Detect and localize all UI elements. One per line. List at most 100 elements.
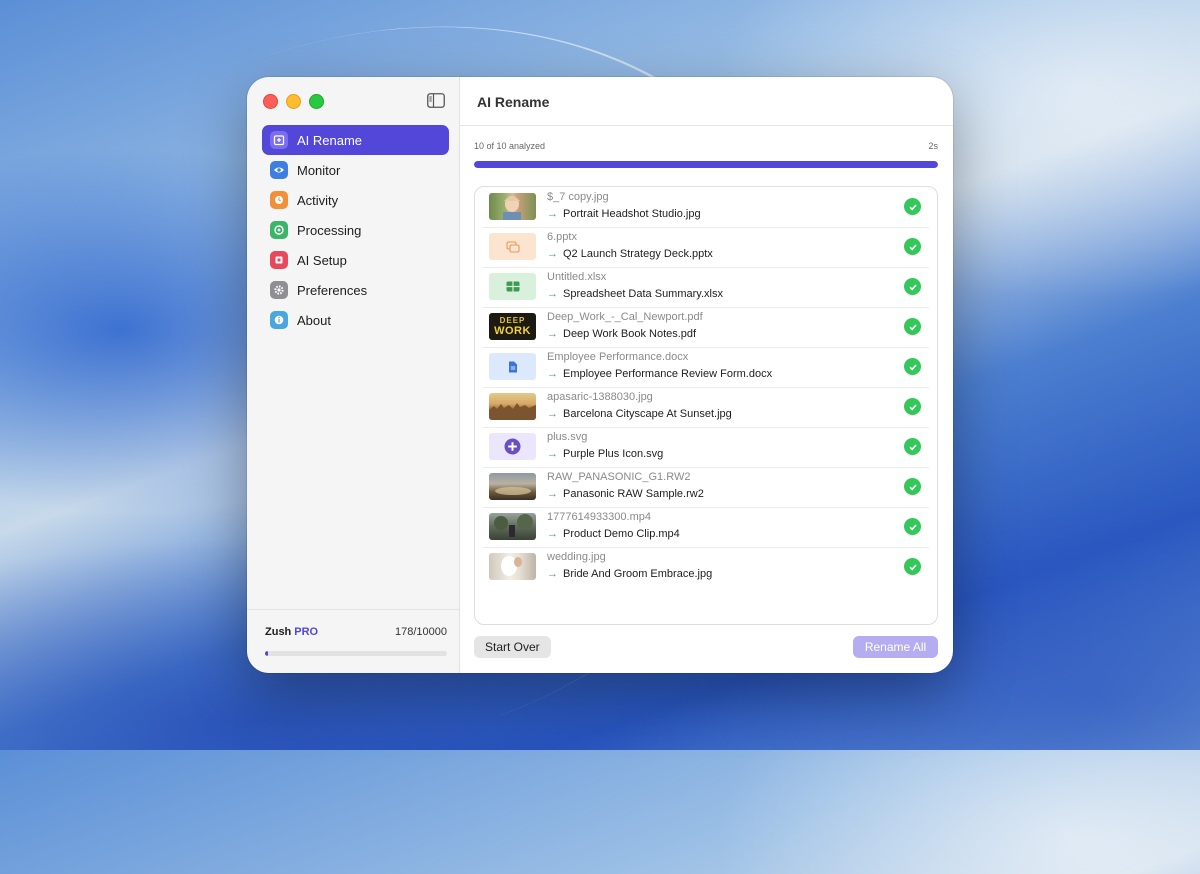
- original-filename: apasaric-1388030.jpg: [547, 391, 653, 403]
- new-filename-text: Purple Plus Icon.svg: [563, 448, 664, 460]
- new-filename-text: Deep Work Book Notes.pdf: [563, 328, 697, 340]
- book-cover-text: DEEP: [499, 316, 526, 325]
- main-header: AI Rename: [460, 77, 953, 126]
- new-filename: → Bride And Groom Embrace.jpg: [547, 568, 712, 580]
- sidebar-item-label: AI Setup: [297, 252, 347, 268]
- arrow-right-icon: →: [547, 328, 558, 340]
- file-row[interactable]: apasaric-1388030.jpg → Barcelona Cityscap…: [483, 387, 929, 428]
- sidebar-item-about[interactable]: About: [262, 305, 449, 335]
- book-cover-text: WORK: [494, 325, 531, 337]
- usage-count: 178/10000: [395, 626, 447, 638]
- checkmark-icon: [904, 478, 921, 495]
- docx-icon: [489, 353, 536, 380]
- sidebar: AI Rename Monitor Activity Processing AI…: [247, 77, 460, 673]
- sidebar-item-label: Preferences: [297, 282, 368, 298]
- sidebar-nav: AI Rename Monitor Activity Processing AI…: [262, 125, 449, 335]
- file-row[interactable]: 1777614933300.mp4 → Product Demo Clip.mp4: [483, 507, 929, 548]
- progress-bar-fill: [474, 161, 938, 168]
- ai-setup-icon: [270, 251, 288, 269]
- start-over-button[interactable]: Start Over: [474, 636, 551, 658]
- original-filename: 1777614933300.mp4: [547, 511, 651, 523]
- file-row[interactable]: Employee Performance.docx → Employee Perf…: [483, 347, 929, 388]
- arrow-right-icon: →: [547, 248, 558, 260]
- sidebar-item-ai-setup[interactable]: AI Setup: [262, 245, 449, 275]
- new-filename-text: Panasonic RAW Sample.rw2: [563, 488, 704, 500]
- original-filename: $_7 copy.jpg: [547, 191, 609, 203]
- original-filename: plus.svg: [547, 431, 588, 443]
- sidebar-item-processing[interactable]: Processing: [262, 215, 449, 245]
- main-panel: AI Rename 10 of 10 analyzed 2s $_7 copy.…: [460, 77, 953, 673]
- new-filename-text: Employee Performance Review Form.docx: [563, 368, 773, 380]
- arrow-right-icon: →: [547, 408, 558, 420]
- sidebar-item-label: About: [297, 312, 331, 328]
- ai-rename-icon: [270, 131, 288, 149]
- new-filename: → Deep Work Book Notes.pdf: [547, 328, 696, 340]
- sidebar-toggle-icon[interactable]: [427, 93, 445, 108]
- arrow-right-icon: →: [547, 208, 558, 220]
- progress-status: 10 of 10 analyzed: [474, 141, 546, 151]
- progress-bar: [474, 161, 938, 168]
- photo-thumbnail: [489, 473, 536, 500]
- checkmark-icon: [904, 518, 921, 535]
- sidebar-item-preferences[interactable]: Preferences: [262, 275, 449, 305]
- page-title: AI Rename: [477, 94, 550, 110]
- arrow-right-icon: →: [547, 528, 558, 540]
- arrow-right-icon: →: [547, 488, 558, 500]
- arrow-right-icon: →: [547, 448, 558, 460]
- new-filename: → Panasonic RAW Sample.rw2: [547, 488, 704, 500]
- original-filename: RAW_PANASONIC_G1.RW2: [547, 471, 691, 483]
- sidebar-item-monitor[interactable]: Monitor: [262, 155, 449, 185]
- xlsx-icon: [489, 273, 536, 300]
- plan-tier-badge: PRO: [294, 626, 319, 638]
- checkmark-icon: [904, 238, 921, 255]
- usage-bar: [265, 651, 447, 656]
- new-filename-text: Q2 Launch Strategy Deck.pptx: [563, 248, 713, 260]
- new-filename: → Employee Performance Review Form.docx: [547, 368, 772, 380]
- arrow-right-icon: →: [547, 288, 558, 300]
- file-row[interactable]: $_7 copy.jpg → Portrait Headshot Studio.j…: [483, 187, 929, 228]
- minimize-window-button[interactable]: [286, 94, 301, 109]
- progress-time: 2s: [928, 141, 938, 151]
- file-row[interactable]: RAW_PANASONIC_G1.RW2 → Panasonic RAW Samp…: [483, 467, 929, 508]
- gear-icon: [270, 281, 288, 299]
- new-filename: → Portrait Headshot Studio.jpg: [547, 208, 701, 220]
- file-row[interactable]: DEEP WORK Deep_Work_-_Cal_Newport.pdf → D…: [483, 307, 929, 348]
- plan-label: Zush PRO: [265, 626, 318, 638]
- original-filename: Employee Performance.docx: [547, 351, 689, 363]
- new-filename-text: Barcelona Cityscape At Sunset.jpg: [563, 408, 732, 420]
- file-list: $_7 copy.jpg → Portrait Headshot Studio.j…: [474, 186, 938, 625]
- checkmark-icon: [904, 358, 921, 375]
- new-filename-text: Bride And Groom Embrace.jpg: [563, 568, 713, 580]
- new-filename: → Spreadsheet Data Summary.xlsx: [547, 288, 723, 300]
- file-row[interactable]: plus.svg → Purple Plus Icon.svg: [483, 427, 929, 468]
- file-row[interactable]: 6.pptx → Q2 Launch Strategy Deck.pptx: [483, 227, 929, 268]
- new-filename: → Barcelona Cityscape At Sunset.jpg: [547, 408, 732, 420]
- checkmark-icon: [904, 398, 921, 415]
- sidebar-item-label: Monitor: [297, 162, 341, 178]
- sidebar-item-activity[interactable]: Activity: [262, 185, 449, 215]
- video-thumbnail: [489, 513, 536, 540]
- rename-all-button[interactable]: Rename All: [853, 636, 938, 658]
- activity-icon: [270, 191, 288, 209]
- checkmark-icon: [904, 318, 921, 335]
- new-filename-text: Spreadsheet Data Summary.xlsx: [563, 288, 723, 300]
- pptx-icon: [489, 233, 536, 260]
- new-filename-text: Portrait Headshot Studio.jpg: [563, 208, 701, 220]
- arrow-right-icon: →: [547, 568, 558, 580]
- maximize-window-button[interactable]: [309, 94, 324, 109]
- new-filename-text: Product Demo Clip.mp4: [563, 528, 680, 540]
- sidebar-item-label: AI Rename: [297, 132, 363, 148]
- sidebar-item-label: Activity: [297, 192, 339, 208]
- window-controls: [263, 94, 324, 109]
- sidebar-item-ai-rename[interactable]: AI Rename: [262, 125, 449, 155]
- photo-thumbnail: [489, 553, 536, 580]
- eye-icon: [270, 161, 288, 179]
- file-row[interactable]: wedding.jpg → Bride And Groom Embrace.jpg: [483, 547, 929, 587]
- app-window: AI Rename Monitor Activity Processing AI…: [247, 77, 953, 673]
- file-row[interactable]: Untitled.xlsx → Spreadsheet Data Summary.…: [483, 267, 929, 308]
- original-filename: Deep_Work_-_Cal_Newport.pdf: [547, 311, 703, 323]
- checkmark-icon: [904, 278, 921, 295]
- usage-bar-fill: [265, 651, 269, 656]
- processing-icon: [270, 221, 288, 239]
- close-window-button[interactable]: [263, 94, 278, 109]
